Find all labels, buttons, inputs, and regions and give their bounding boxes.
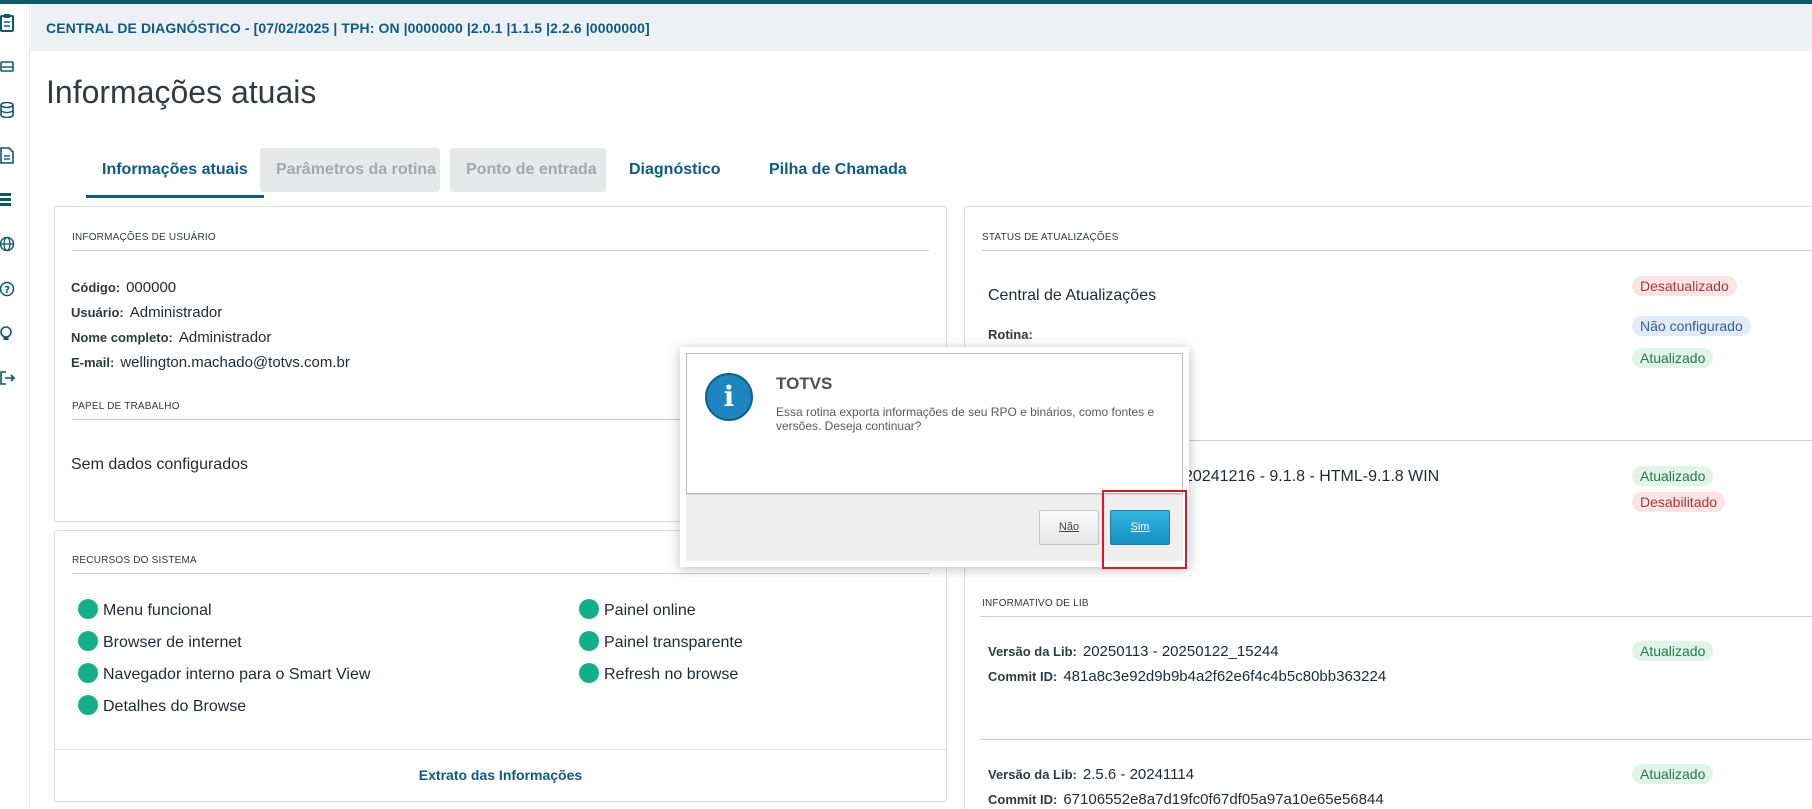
inbox-icon[interactable] bbox=[0, 58, 18, 78]
email-row: E-mail: wellington.machado@totvs.com.br bbox=[71, 354, 350, 371]
lib-commit-row: Commit ID: 67106552e8a7d19fc0f67df05a97a1… bbox=[988, 791, 1384, 808]
dialog-message: Essa rotina exporta informações de seu R… bbox=[776, 405, 1155, 433]
status-badge: Não configurado bbox=[1632, 316, 1751, 336]
divider bbox=[55, 749, 946, 750]
status-dot bbox=[579, 631, 599, 651]
codigo-label: Código: bbox=[71, 280, 121, 295]
nome-row: Nome completo: Administrador bbox=[71, 329, 271, 346]
rotina-row: Rotina: bbox=[988, 326, 1039, 343]
usuario-label: Usuário: bbox=[71, 305, 124, 320]
lib-title: INFORMATIVO DE LIB bbox=[982, 598, 1089, 609]
list-icon[interactable] bbox=[0, 192, 18, 212]
tab-informacoes-atuais[interactable]: Informações atuais bbox=[86, 148, 264, 198]
nome-value: Administrador bbox=[178, 329, 272, 346]
status-dot bbox=[78, 631, 98, 651]
divider bbox=[72, 250, 929, 251]
usuario-value: Administrador bbox=[129, 304, 223, 321]
page-title: Informações atuais bbox=[46, 74, 317, 110]
status-badge: Desabilitado bbox=[1632, 492, 1726, 512]
globe-icon[interactable] bbox=[0, 236, 18, 256]
usuario-row: Usuário: Administrador bbox=[71, 304, 222, 321]
email-value: wellington.machado@totvs.com.br bbox=[120, 354, 350, 371]
version-text: 20241216 - 9.1.8 - HTML-9.1.8 WIN bbox=[1184, 468, 1440, 485]
tab-parametros-da-rotina: Parâmetros da rotina bbox=[260, 148, 440, 192]
email-label: E-mail: bbox=[71, 355, 115, 370]
tab-ponto-de-entrada: Ponto de entrada bbox=[450, 148, 606, 192]
status-badge: Desatualizado bbox=[1632, 276, 1737, 296]
lib-commit-row: Commit ID: 481a8c3e92d9b9b4a2f62e6f4c4b5c… bbox=[988, 668, 1387, 685]
resource-item: Painel online bbox=[579, 599, 696, 620]
extrato-link[interactable]: Extrato das Informações bbox=[55, 767, 946, 783]
lib-versao-row: Versão da Lib: 2.5.6 - 20241114 bbox=[988, 766, 1195, 783]
svg-text:?: ? bbox=[4, 285, 10, 296]
papel-empty-text: Sem dados configurados bbox=[71, 456, 248, 473]
lightbulb-icon[interactable] bbox=[0, 326, 18, 346]
status-badge: Atualizado bbox=[1632, 348, 1714, 368]
status-title: STATUS DE ATUALIZAÇÕES bbox=[982, 232, 1119, 243]
user-info-title: INFORMAÇÕES DE USUÁRIO bbox=[72, 232, 216, 243]
resource-item: Menu funcional bbox=[78, 599, 212, 620]
tab-pilha-de-chamada[interactable]: Pilha de Chamada bbox=[753, 148, 923, 192]
resource-item: Detalhes do Browse bbox=[78, 695, 246, 716]
status-dot bbox=[78, 663, 98, 683]
resource-item: Browser de internet bbox=[78, 631, 242, 652]
clipboard-icon[interactable] bbox=[0, 14, 18, 34]
database-icon[interactable] bbox=[0, 101, 18, 122]
app-header: CENTRAL DE DIAGNÓSTICO - [07/02/2025 | T… bbox=[31, 4, 1812, 51]
highlight-box bbox=[1102, 490, 1187, 569]
rotina-label: Rotina: bbox=[988, 327, 1033, 342]
papel-title: PAPEL DE TRABALHO bbox=[72, 401, 180, 412]
dialog-title: TOTVS bbox=[776, 374, 833, 393]
status-dot bbox=[78, 599, 98, 619]
divider bbox=[980, 616, 1812, 617]
status-badge: Atualizado bbox=[1632, 641, 1714, 661]
resource-item: Painel transparente bbox=[579, 631, 743, 652]
divider bbox=[72, 573, 929, 574]
resource-item: Refresh no browse bbox=[579, 663, 738, 684]
sidebar: ? bbox=[0, 4, 30, 809]
nome-label: Nome completo: bbox=[71, 330, 173, 345]
status-dot bbox=[579, 599, 599, 619]
no-button[interactable]: Não bbox=[1039, 510, 1099, 545]
status-dot bbox=[579, 663, 599, 683]
divider bbox=[980, 739, 1812, 740]
central-atualizacoes-label: Central de Atualizações bbox=[988, 287, 1157, 304]
header-title: CENTRAL DE DIAGNÓSTICO - [07/02/2025 | T… bbox=[46, 20, 650, 36]
info-icon: i bbox=[705, 373, 753, 421]
recursos-title: RECURSOS DO SISTEMA bbox=[72, 555, 197, 566]
status-dot bbox=[78, 695, 98, 715]
document-icon[interactable] bbox=[0, 147, 18, 167]
lib-versao-row: Versão da Lib: 20250113 - 20250122_15244 bbox=[988, 643, 1279, 660]
status-badge: Atualizado bbox=[1632, 764, 1714, 784]
help-icon[interactable]: ? bbox=[0, 281, 18, 301]
logout-icon[interactable] bbox=[0, 370, 18, 390]
codigo-value: 000000 bbox=[126, 279, 177, 296]
status-badge: Atualizado bbox=[1632, 466, 1714, 486]
divider bbox=[982, 250, 1812, 251]
resource-item: Navegador interno para o Smart View bbox=[78, 663, 370, 684]
codigo-row: Código: 000000 bbox=[71, 279, 176, 296]
tab-diagnostico[interactable]: Diagnóstico bbox=[613, 148, 737, 192]
